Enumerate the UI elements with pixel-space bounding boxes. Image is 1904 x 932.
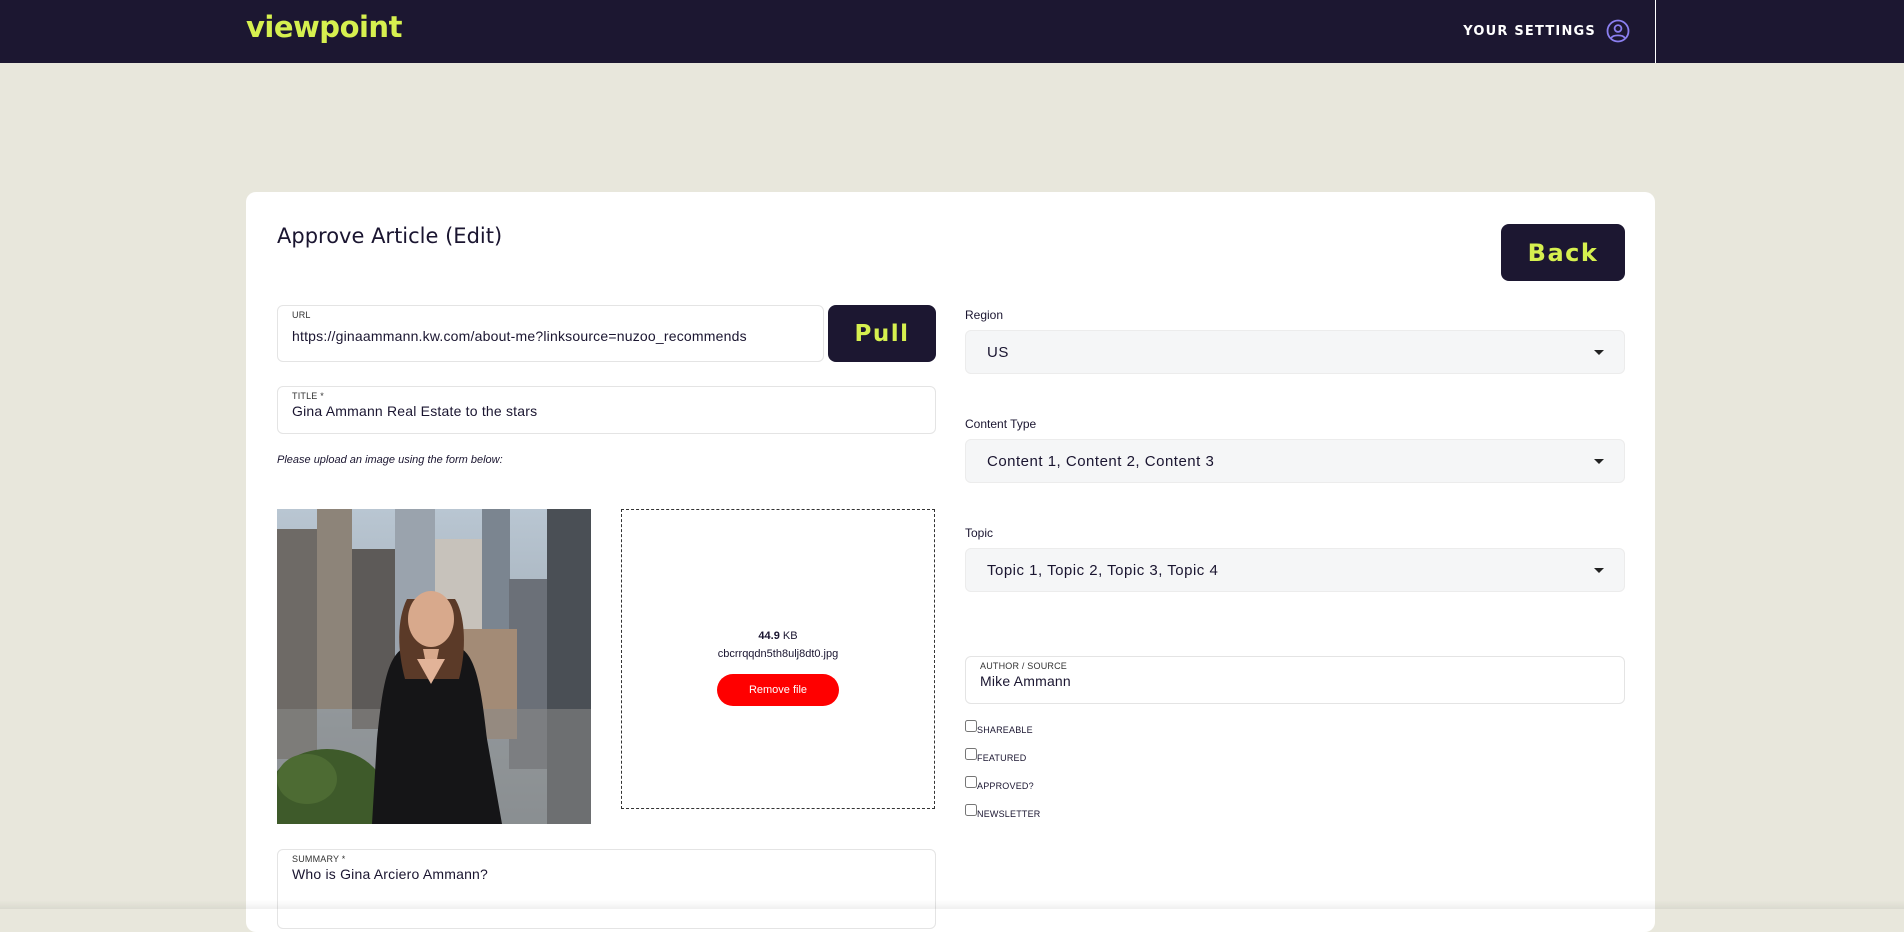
caret-down-icon [1594, 459, 1604, 464]
url-value[interactable]: https://ginaammann.kw.com/about-me?links… [292, 328, 747, 344]
topic-label: Topic [965, 526, 994, 540]
title-field[interactable]: TITLE * Gina Ammann Real Estate to the s… [277, 386, 936, 434]
pull-button[interactable]: Pull [828, 305, 936, 362]
checkbox-shareable[interactable]: SHAREABLE [965, 720, 1041, 748]
content-type-label: Content Type [965, 417, 1037, 431]
approve-article-card: Approve Article (Edit) Back URL https://… [246, 192, 1655, 932]
file-name: cbcrrqqdn5th8ulj8dt0.jpg [717, 648, 839, 660]
remove-file-button[interactable]: Remove file [717, 674, 839, 706]
summary-label: SUMMARY * [292, 854, 346, 864]
newsletter-label: NEWSLETTER [977, 809, 1041, 819]
content-type-value: Content 1, Content 2, Content 3 [987, 453, 1215, 470]
article-image-preview [277, 509, 591, 824]
nav-divider [1655, 0, 1656, 63]
approved-label: APPROVED? [977, 781, 1034, 791]
back-button[interactable]: Back [1501, 224, 1625, 281]
shareable-checkbox[interactable] [965, 720, 977, 732]
url-field[interactable]: URL https://ginaammann.kw.com/about-me?l… [277, 305, 824, 362]
image-dropzone[interactable]: 44.9 KB cbcrrqqdn5th8ulj8dt0.jpg Remove … [621, 509, 935, 809]
topic-value: Topic 1, Topic 2, Topic 3, Topic 4 [987, 562, 1219, 579]
featured-label: FEATURED [977, 753, 1027, 763]
newsletter-checkbox[interactable] [965, 804, 977, 816]
your-settings-link[interactable]: YOUR SETTINGS [1463, 19, 1630, 43]
settings-label: YOUR SETTINGS [1463, 23, 1596, 39]
checkbox-group: SHAREABLE FEATURED APPROVED? NEWSLETTER [965, 720, 1041, 832]
title-label: TITLE * [292, 391, 324, 401]
page-title: Approve Article (Edit) [277, 224, 503, 248]
url-label: URL [292, 310, 311, 320]
caret-down-icon [1594, 568, 1604, 573]
content-type-select[interactable]: Content 1, Content 2, Content 3 [965, 439, 1625, 483]
region-select[interactable]: US [965, 330, 1625, 374]
author-label: AUTHOR / SOURCE [980, 661, 1068, 671]
user-circle-icon [1606, 19, 1630, 43]
approved-checkbox[interactable] [965, 776, 977, 788]
checkbox-featured[interactable]: FEATURED [965, 748, 1041, 776]
bottom-shadow [0, 900, 1904, 909]
author-value[interactable]: Mike Ammann [980, 673, 1071, 689]
viewpoint-logo[interactable]: viewpoint [246, 10, 402, 44]
topic-select[interactable]: Topic 1, Topic 2, Topic 3, Topic 4 [965, 548, 1625, 592]
featured-checkbox[interactable] [965, 748, 977, 760]
summary-value[interactable]: Who is Gina Arciero Ammann? [292, 866, 488, 882]
file-size: 44.9 KB [758, 630, 798, 642]
shareable-label: SHAREABLE [977, 725, 1033, 735]
title-value[interactable]: Gina Ammann Real Estate to the stars [292, 403, 537, 419]
summary-field[interactable]: SUMMARY * Who is Gina Arciero Ammann? [277, 849, 936, 929]
region-value: US [987, 344, 1009, 361]
checkbox-approved[interactable]: APPROVED? [965, 776, 1041, 804]
caret-down-icon [1594, 350, 1604, 355]
checkbox-newsletter[interactable]: NEWSLETTER [965, 804, 1041, 832]
region-label: Region [965, 308, 1004, 322]
top-nav-bar: viewpoint YOUR SETTINGS [0, 0, 1904, 63]
author-source-field[interactable]: AUTHOR / SOURCE Mike Ammann [965, 656, 1625, 704]
upload-hint: Please upload an image using the form be… [277, 454, 503, 466]
